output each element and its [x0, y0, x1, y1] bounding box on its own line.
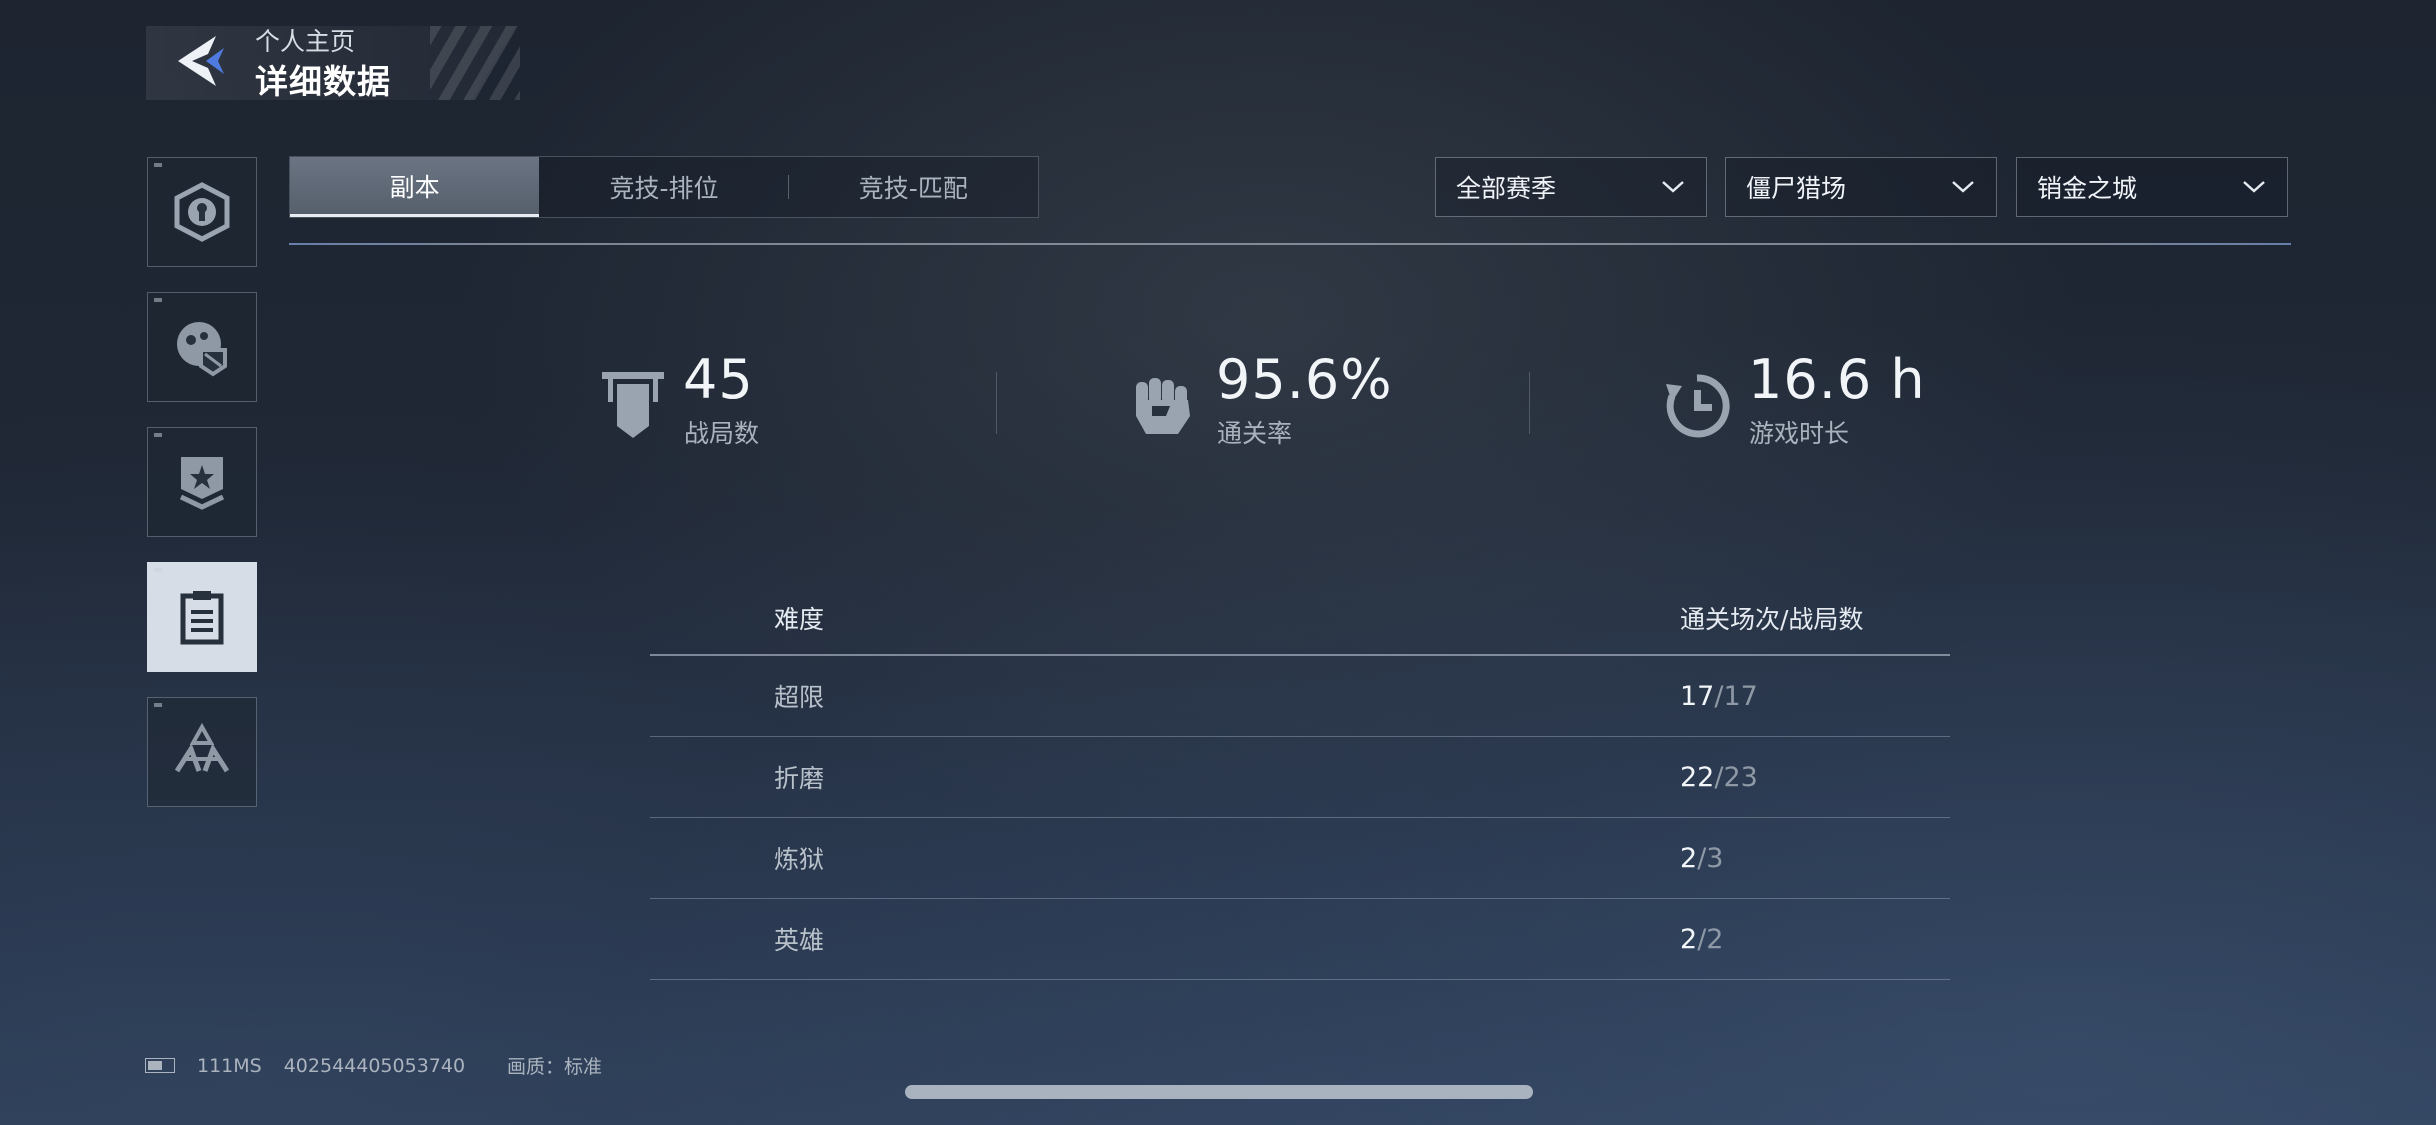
stat-label-clear-rate: 通关率 [1217, 419, 1293, 448]
clock-icon [1666, 374, 1730, 438]
sidebar-item-profile[interactable] [147, 157, 257, 267]
tab-match[interactable]: 竞技-匹配 [789, 157, 1038, 217]
cleared-count: 22 [1680, 761, 1715, 793]
stat-value-clear-rate: 95.6% [1216, 348, 1393, 411]
stat-label-playtime: 游戏时长 [1749, 419, 1850, 448]
difficulty-cell: 炼狱 [774, 845, 825, 874]
ping-readout: 111MS [197, 1054, 262, 1077]
chevron-down-icon [1662, 181, 1684, 193]
graphics-quality: 画质：标准 [507, 1056, 603, 1078]
season-dropdown-value: 全部赛季 [1456, 174, 1557, 203]
stat-separator [996, 372, 997, 434]
cleared-count: 2 [1680, 842, 1698, 874]
header-stripes [430, 26, 520, 100]
emblem-logo-icon [174, 722, 230, 773]
stat-label-matches: 战局数 [684, 419, 760, 448]
total-count: /2 [1697, 923, 1724, 955]
stat-value-matches: 45 [683, 348, 754, 411]
home-indicator[interactable] [905, 1085, 1533, 1099]
tab-ranked[interactable]: 竞技-排位 [539, 157, 789, 217]
table-row: 英雄 2/2 [650, 899, 1950, 980]
map-dropdown-value: 销金之城 [2037, 174, 2138, 203]
tab-dungeon[interactable]: 副本 [290, 157, 540, 217]
content-divider [289, 243, 2291, 245]
fist-icon [1136, 378, 1190, 434]
table-row: 超限 17/17 [650, 656, 1950, 737]
mode-dropdown-value: 僵尸猎场 [1746, 174, 1847, 203]
difficulty-cell: 超限 [774, 683, 825, 712]
header-subtitle: 个人主页 [255, 27, 356, 56]
total-count: /17 [1714, 680, 1758, 712]
tab-label: 竞技-匹配 [858, 174, 968, 203]
banner-icon [602, 372, 664, 438]
battery-icon [145, 1058, 175, 1073]
tab-label: 竞技-排位 [609, 174, 719, 203]
star-rank-icon [179, 457, 225, 510]
cleared-count: 2 [1680, 923, 1698, 955]
cleared-count: 17 [1680, 680, 1715, 712]
chevron-down-icon [2243, 181, 2265, 193]
table-header-row: 难度 通关场次/战局数 [650, 582, 1950, 656]
ratio-cell: 2/2 [1680, 924, 1723, 955]
mode-dropdown[interactable]: 僵尸猎场 [1725, 157, 1997, 217]
total-count: /3 [1697, 842, 1724, 874]
chevron-down-icon [1952, 181, 1974, 193]
clipboard-icon [180, 591, 224, 645]
tab-label: 副本 [389, 172, 440, 202]
difficulty-cell: 英雄 [774, 926, 825, 955]
status-footer: 111MS 402544405053740 画质：标准 [145, 1052, 602, 1079]
back-arrow-icon[interactable] [172, 30, 234, 92]
season-dropdown[interactable]: 全部赛季 [1435, 157, 1707, 217]
user-id: 402544405053740 [283, 1054, 466, 1077]
ratio-cell: 22/23 [1680, 762, 1758, 793]
stat-value-playtime: 16.6 h [1748, 348, 1926, 411]
map-dropdown[interactable]: 销金之城 [2016, 157, 2288, 217]
difficulty-cell: 折磨 [774, 764, 825, 793]
total-count: /23 [1714, 761, 1758, 793]
sidebar-item-details[interactable] [147, 562, 257, 672]
sidebar-item-rank[interactable] [147, 427, 257, 537]
sidebar-item-zombie[interactable] [147, 292, 257, 402]
column-header-difficulty: 难度 [774, 605, 825, 634]
ratio-cell: 17/17 [1680, 681, 1758, 712]
difficulty-table: 难度 通关场次/战局数 超限 17/17 折磨 22/23 炼狱 2/3 英雄 … [650, 582, 1950, 980]
table-row: 炼狱 2/3 [650, 818, 1950, 899]
keyhole-badge-icon [174, 182, 230, 242]
page-title: 详细数据 [255, 62, 391, 101]
ratio-cell: 2/3 [1680, 843, 1723, 874]
column-header-ratio: 通关场次/战局数 [1680, 605, 1864, 634]
sidebar-item-emblem[interactable] [147, 697, 257, 807]
skull-shield-icon [177, 322, 227, 377]
stat-separator [1529, 372, 1530, 434]
mode-tabs: 副本 竞技-排位 竞技-匹配 [289, 156, 1039, 218]
table-row: 折磨 22/23 [650, 737, 1950, 818]
